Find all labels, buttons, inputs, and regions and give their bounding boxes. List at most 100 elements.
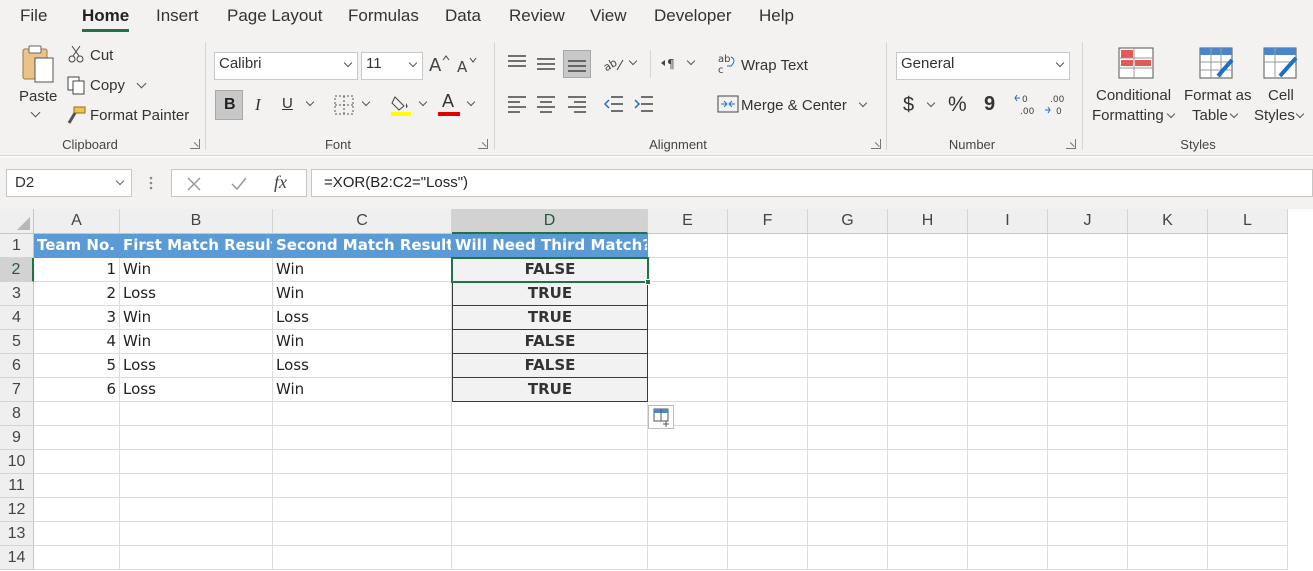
empty-cell[interactable] [728,258,808,282]
empty-cell[interactable] [648,378,728,402]
table-cell-b5[interactable]: Win [120,330,273,354]
conditional-formatting-label-2[interactable]: Formatting [1092,107,1164,124]
empty-cell[interactable] [1208,474,1288,498]
cell-styles-icon[interactable] [1262,46,1300,80]
empty-cell[interactable] [968,234,1048,258]
underline-button[interactable]: U [282,95,293,112]
column-header-g[interactable]: G [808,209,888,234]
copy-dropdown-icon[interactable] [136,78,147,89]
format-table-dropdown-icon[interactable] [1229,109,1239,119]
copy-button[interactable]: Copy [90,77,125,94]
table-cell-c7[interactable]: Win [273,378,452,402]
row-header-14[interactable]: 14 [0,546,34,570]
orientation-dropdown-icon[interactable] [628,56,638,66]
empty-cell[interactable] [728,378,808,402]
empty-cell[interactable] [120,474,273,498]
empty-cell[interactable] [888,378,968,402]
borders-dropdown-icon[interactable] [361,97,371,107]
comma-style-button[interactable]: 9 [984,93,995,116]
empty-cell[interactable] [452,546,648,570]
merge-center-button[interactable]: Merge & Center [741,97,847,114]
empty-cell[interactable] [1128,234,1208,258]
table-cell-d6[interactable]: FALSE [452,354,648,378]
empty-cell[interactable] [120,498,273,522]
name-box[interactable]: D2 [6,169,132,197]
align-right-icon[interactable] [566,94,588,114]
empty-cell[interactable] [968,450,1048,474]
empty-cell[interactable] [34,426,120,450]
row-header-1[interactable]: 1 [0,234,34,258]
empty-cell[interactable] [1208,234,1288,258]
format-as-table-icon[interactable] [1198,46,1236,80]
format-as-table-label-2[interactable]: Table [1192,107,1228,124]
empty-cell[interactable] [968,282,1048,306]
empty-cell[interactable] [1048,306,1128,330]
row-header-7[interactable]: 7 [0,378,34,402]
empty-cell[interactable] [1128,306,1208,330]
underline-dropdown-icon[interactable] [305,97,315,107]
empty-cell[interactable] [120,402,273,426]
table-cell-d7[interactable]: TRUE [452,378,648,402]
empty-cell[interactable] [968,498,1048,522]
empty-cell[interactable] [1128,474,1208,498]
empty-cell[interactable] [648,450,728,474]
tab-help[interactable]: Help [759,6,794,26]
fill-color-dropdown-icon[interactable] [418,97,428,107]
font-launcher-icon[interactable] [478,139,488,149]
wrap-text-button[interactable]: Wrap Text [741,57,808,74]
cell-styles-label-2[interactable]: Styles [1254,107,1295,124]
empty-cell[interactable] [888,522,968,546]
align-left-icon[interactable] [506,94,528,114]
number-launcher-icon[interactable] [1066,139,1076,149]
empty-cell[interactable] [888,402,968,426]
font-color-dropdown-icon[interactable] [466,97,476,107]
empty-cell[interactable] [968,258,1048,282]
tab-data[interactable]: Data [445,6,481,26]
empty-cell[interactable] [273,522,452,546]
empty-cell[interactable] [1128,546,1208,570]
empty-cell[interactable] [1208,378,1288,402]
empty-cell[interactable] [452,522,648,546]
conditional-dropdown-icon[interactable] [1166,109,1176,119]
empty-cell[interactable] [968,474,1048,498]
empty-cell[interactable] [1128,426,1208,450]
empty-cell[interactable] [1048,330,1128,354]
insert-function-button[interactable]: fx [274,172,287,193]
empty-cell[interactable] [728,234,808,258]
table-cell-c5[interactable]: Win [273,330,452,354]
empty-cell[interactable] [888,282,968,306]
clipboard-launcher-icon[interactable] [190,139,200,149]
table-cell-c6[interactable]: Loss [273,354,452,378]
table-cell-b4[interactable]: Win [120,306,273,330]
tab-home[interactable]: Home [82,6,130,32]
empty-cell[interactable] [648,546,728,570]
empty-cell[interactable] [728,546,808,570]
empty-cell[interactable] [808,402,888,426]
copy-icon[interactable] [66,75,86,95]
table-cell-a5[interactable]: 4 [34,330,120,354]
empty-cell[interactable] [1208,282,1288,306]
empty-cell[interactable] [968,402,1048,426]
empty-cell[interactable] [1208,330,1288,354]
column-header-l[interactable]: L [1208,209,1288,234]
empty-cell[interactable] [273,546,452,570]
empty-cell[interactable] [273,426,452,450]
table-cell-d4[interactable]: TRUE [452,306,648,330]
empty-cell[interactable] [273,402,452,426]
empty-cell[interactable] [1048,234,1128,258]
empty-cell[interactable] [1128,282,1208,306]
empty-cell[interactable] [888,354,968,378]
row-header-8[interactable]: 8 [0,402,34,426]
alignment-launcher-icon[interactable] [871,139,881,149]
empty-cell[interactable] [808,258,888,282]
empty-cell[interactable] [452,426,648,450]
empty-cell[interactable] [1208,498,1288,522]
number-format-select[interactable]: General [896,52,1070,80]
empty-cell[interactable] [808,426,888,450]
empty-cell[interactable] [808,522,888,546]
empty-cell[interactable] [1048,354,1128,378]
column-header-c[interactable]: C [273,209,452,234]
empty-cell[interactable] [968,354,1048,378]
empty-cell[interactable] [728,474,808,498]
align-middle-icon[interactable] [535,54,557,74]
